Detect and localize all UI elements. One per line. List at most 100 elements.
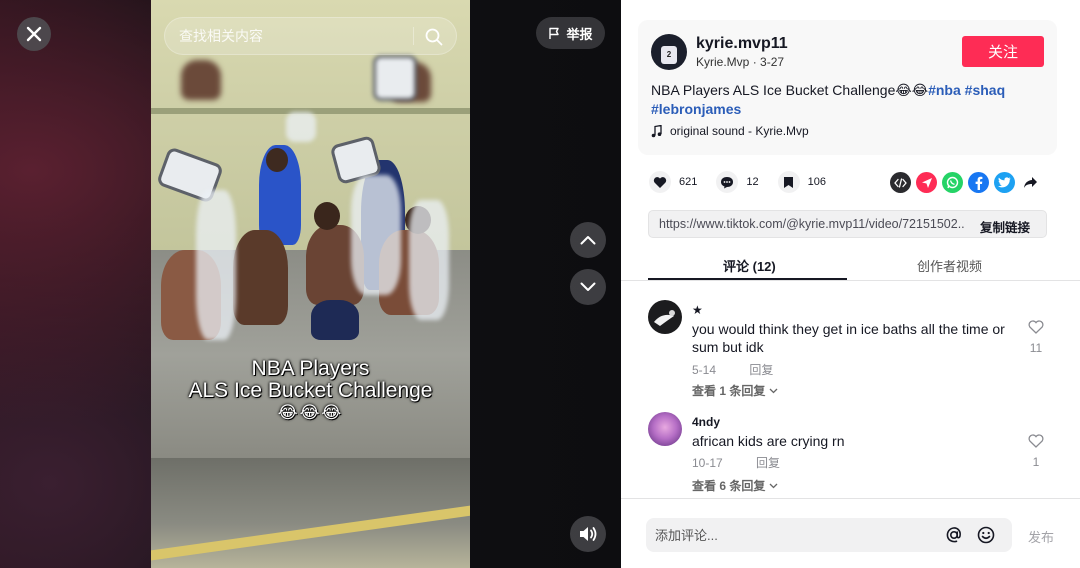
author-subline: Kyrie.Mvp · 3-27 — [696, 55, 784, 69]
chevron-up-icon — [580, 236, 596, 245]
comment-input[interactable] — [655, 518, 935, 552]
comment-like-count: 11 — [1029, 341, 1043, 355]
video-frame[interactable]: NBA Players ALS Ice Bucket Challenge 😂😂😂 — [151, 0, 470, 568]
tab-comments[interactable]: 评论 (12) — [723, 256, 776, 275]
comment-item: ★ you would think they get in ice baths … — [648, 300, 1068, 400]
engagement-bar: 621 12 106 — [649, 171, 845, 193]
detail-panel: 2 kyrie.mvp11 Kyrie.Mvp · 3-27 关注 NBA Pl… — [621, 0, 1080, 568]
video-player: NBA Players ALS Ice Bucket Challenge 😂😂😂… — [0, 0, 621, 568]
view-replies-button[interactable]: 查看 6 条回复 — [692, 477, 778, 494]
next-video-button[interactable] — [570, 269, 606, 305]
description-text: NBA Players ALS Ice Bucket Challenge😂😂 — [651, 82, 929, 98]
twitter-share-button[interactable] — [994, 172, 1015, 193]
author-nickname: Kyrie.Mvp — [696, 55, 750, 69]
share-link-box: https://www.tiktok.com/@kyrie.mvp11/vide… — [648, 210, 1047, 238]
comment-meta: 5-14 回复 — [692, 361, 773, 378]
search-icon[interactable] — [424, 27, 444, 47]
view-replies-label: 查看 1 条回复 — [692, 384, 766, 398]
volume-button[interactable] — [570, 516, 606, 552]
share-arrow-icon — [1024, 177, 1037, 188]
hashtag-link[interactable]: #nba — [928, 82, 961, 98]
search-input[interactable] — [179, 18, 409, 54]
save-button[interactable]: 106 — [777, 171, 826, 193]
hashtag-link[interactable]: #shaq — [965, 82, 1005, 98]
author-avatar[interactable]: 2 — [651, 34, 687, 70]
tab-creator-videos[interactable]: 创作者视频 — [917, 256, 982, 275]
report-button[interactable]: 举报 — [536, 17, 605, 49]
music-note-icon — [651, 124, 662, 137]
ice-bucket — [373, 55, 417, 101]
view-replies-button[interactable]: 查看 1 条回复 — [692, 382, 778, 399]
caption-line-2: ALS Ice Bucket Challenge — [188, 379, 433, 402]
comment-list: ★ you would think they get in ice baths … — [621, 282, 1080, 498]
previous-video-button[interactable] — [570, 222, 606, 258]
comment-text: you would think they get in ice baths al… — [692, 321, 1005, 355]
caption-line-1: NBA Players — [251, 357, 370, 380]
blurred-figure — [181, 60, 221, 100]
facebook-icon — [975, 176, 983, 190]
post-date: 3-27 — [760, 55, 785, 69]
water-splash — [286, 112, 316, 142]
whatsapp-share-button[interactable] — [942, 172, 963, 193]
video-lower-frame — [151, 458, 470, 568]
send-to-friend-button[interactable] — [916, 172, 937, 193]
comment-text: african kids are crying rn — [692, 433, 845, 449]
player-head — [266, 148, 288, 172]
separator-dot: · — [752, 55, 761, 69]
share-options — [890, 172, 1041, 193]
close-button[interactable] — [17, 17, 51, 51]
comment-input-box[interactable] — [646, 518, 1012, 552]
comment-composer: 发布 — [621, 498, 1080, 568]
commenter-avatar[interactable] — [648, 412, 682, 446]
follow-button[interactable]: 关注 — [962, 36, 1044, 67]
copy-link-button[interactable]: 复制链接 — [980, 217, 1030, 236]
reply-button[interactable]: 回复 — [756, 456, 780, 470]
comment-date: 5-14 — [692, 363, 717, 377]
author-username[interactable]: kyrie.mvp11 — [696, 35, 788, 53]
whatsapp-icon — [946, 176, 959, 189]
comment-button[interactable]: 12 — [716, 171, 759, 193]
mention-icon[interactable] — [944, 525, 964, 545]
paper-plane-icon — [921, 177, 932, 188]
commenter-name[interactable]: 4ndy — [692, 415, 720, 429]
comment-like-count: 1 — [1032, 455, 1040, 469]
post-comment-button[interactable]: 发布 — [1028, 527, 1054, 546]
speaker-icon — [580, 527, 597, 541]
chevron-down-icon — [769, 483, 778, 488]
reply-button[interactable]: 回复 — [749, 363, 773, 377]
chevron-down-icon — [580, 282, 596, 291]
comment-count: 12 — [746, 176, 759, 188]
share-link-url[interactable]: https://www.tiktok.com/@kyrie.mvp11/vide… — [659, 217, 964, 231]
video-caption: NBA Players ALS Ice Bucket Challenge 😂😂😂 — [151, 358, 470, 424]
comment-like-button[interactable]: 1 — [1027, 434, 1045, 469]
heart-icon — [649, 171, 671, 193]
music-title: original sound - Kyrie.Mvp — [670, 124, 809, 138]
panel-tabs: 评论 (12) 创作者视频 — [621, 250, 1080, 281]
player-head — [314, 202, 340, 230]
search-bar[interactable] — [164, 17, 457, 55]
commenter-avatar[interactable] — [648, 300, 682, 334]
heart-outline-icon — [1028, 434, 1044, 448]
view-replies-label: 查看 6 条回复 — [692, 479, 766, 493]
report-label: 举报 — [566, 26, 593, 42]
like-button[interactable]: 621 — [649, 171, 697, 193]
commenter-name[interactable]: ★ — [692, 303, 703, 317]
embed-button[interactable] — [890, 172, 911, 193]
music-link[interactable]: original sound - Kyrie.Mvp — [651, 124, 809, 138]
more-share-button[interactable] — [1020, 172, 1041, 193]
twitter-icon — [998, 177, 1011, 188]
caption-emoji: 😂😂😂 — [277, 403, 344, 422]
search-divider — [413, 27, 414, 45]
comment-like-button[interactable]: 11 — [1027, 320, 1045, 355]
hashtag-link[interactable]: #lebronjames — [651, 101, 741, 117]
comment-item: 4ndy african kids are crying rn 10-17 回复… — [648, 412, 1068, 498]
emoji-icon[interactable] — [976, 525, 996, 545]
player-figure — [233, 230, 288, 325]
comment-meta: 10-17 回复 — [692, 454, 780, 471]
facebook-share-button[interactable] — [968, 172, 989, 193]
code-icon — [894, 177, 907, 188]
post-description: NBA Players ALS Ice Bucket Challenge😂😂#n… — [651, 81, 1046, 119]
heart-outline-icon — [1028, 320, 1044, 334]
comment-icon — [716, 171, 739, 193]
water-splash — [351, 175, 401, 295]
